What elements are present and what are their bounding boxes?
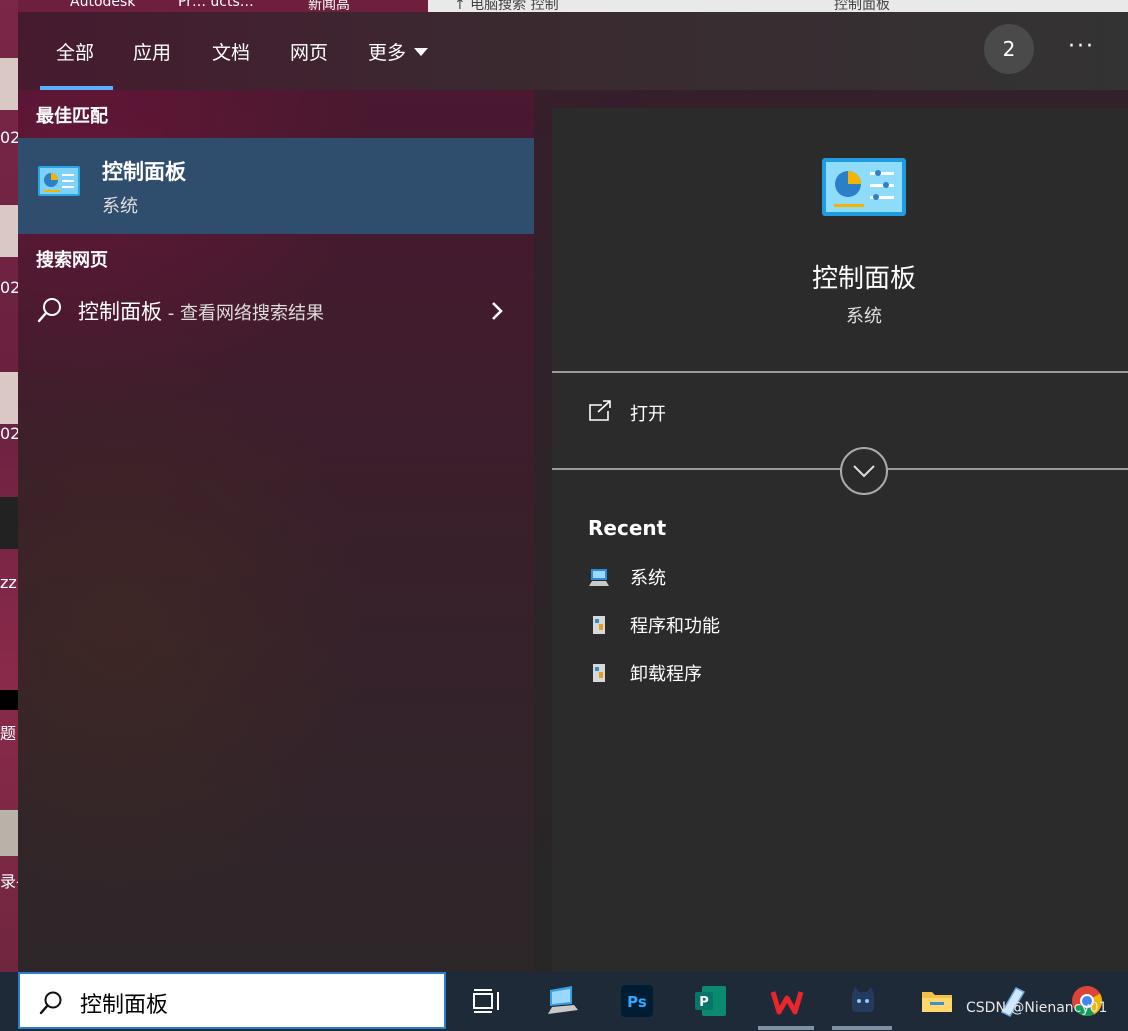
photoshop-icon[interactable]: Ps: [620, 984, 654, 1018]
best-match-heading: 最佳匹配: [36, 106, 108, 127]
active-tab-indicator: [40, 86, 113, 90]
explorer-window-edge: ↑ 电脑搜索 控制 控制面板: [428, 0, 1128, 12]
control-panel-icon: [822, 158, 906, 216]
expand-button[interactable]: [840, 447, 888, 495]
best-match-result[interactable]: 控制面板 系统: [18, 138, 534, 234]
desktop-icon-label: zz: [0, 573, 17, 592]
chevron-down-icon: [853, 465, 875, 478]
taskbar-partial-item: 新闻高: [308, 0, 350, 12]
active-app-indicator: [758, 1026, 814, 1030]
search-input[interactable]: [78, 984, 422, 1022]
desktop-icon-thumbnail[interactable]: [0, 810, 18, 856]
desktop-icon-label: 题: [0, 724, 17, 743]
wps-office-icon[interactable]: [770, 984, 804, 1018]
recent-item-label: 系统: [630, 568, 666, 589]
tab-apps[interactable]: 应用: [133, 38, 171, 65]
tab-more-label: 更多: [368, 42, 407, 64]
watermark: CSDN @Nienancy01: [966, 1000, 1108, 1016]
active-app-indicator: [832, 1026, 892, 1030]
web-search-query: 控制面板: [78, 300, 162, 324]
preview-subtitle: 系统: [846, 306, 882, 327]
recent-item-label: 卸载程序: [630, 664, 702, 685]
tab-documents[interactable]: 文档: [212, 38, 250, 65]
explorer-title: 控制面板: [834, 0, 890, 12]
best-match-title: 控制面板: [102, 160, 186, 184]
rewards-badge[interactable]: 2: [984, 24, 1034, 74]
search-panel: 全部 应用 文档 网页 更多 2 ··· 最佳匹配 控制面板 系统 搜索网页 控…: [18, 12, 1128, 972]
web-search-heading: 搜索网页: [36, 250, 108, 271]
desktop-icon-thumbnail[interactable]: [0, 497, 18, 549]
svg-text:P: P: [699, 995, 709, 1010]
taskbar-search-box[interactable]: [18, 972, 446, 1029]
programs-icon: [593, 616, 605, 634]
desktop-icon-thumbnail[interactable]: [0, 372, 18, 424]
recent-heading: Recent: [588, 516, 667, 540]
preview-pane: 控制面板 系统 打开 Recent 系统 程序和功能 卸载程序: [552, 108, 1128, 972]
more-options-button[interactable]: ···: [1068, 34, 1095, 59]
file-explorer-icon[interactable]: [920, 984, 954, 1018]
best-match-subtitle: 系统: [102, 196, 138, 217]
app-cat-icon[interactable]: [846, 984, 880, 1018]
open-label: 打开: [630, 404, 666, 425]
tab-all[interactable]: 全部: [56, 38, 94, 65]
taskbar-partial-item: Pr… ucts…: [178, 0, 254, 10]
search-icon: [39, 991, 62, 1015]
chevron-down-icon: [414, 48, 429, 56]
taskbar: Ps P CSDN @Nienancy01: [0, 972, 1128, 1031]
chevron-right-icon[interactable]: [486, 300, 508, 322]
taskbar-partial-item: Autodesk: [70, 0, 136, 10]
explorer-partial-text: ↑ 电脑搜索 控制: [454, 0, 559, 12]
control-panel-icon: [38, 166, 80, 196]
tab-more[interactable]: 更多: [368, 38, 429, 65]
svg-text:Ps: Ps: [627, 993, 647, 1011]
search-tabs: 全部 应用 文档 网页 更多 2 ···: [18, 12, 1128, 90]
task-view-icon[interactable]: [470, 984, 504, 1018]
web-search-text: 控制面板 - 查看网络搜索结果: [78, 296, 324, 326]
publisher-icon[interactable]: P: [694, 984, 728, 1018]
web-search-result[interactable]: 控制面板 - 查看网络搜索结果: [18, 290, 534, 332]
search-icon: [37, 298, 61, 323]
divider: [552, 371, 1128, 373]
web-search-suffix: - 查看网络搜索结果: [162, 303, 324, 324]
recent-item-label: 程序和功能: [630, 616, 720, 637]
programs-icon: [593, 664, 605, 682]
tab-web[interactable]: 网页: [290, 38, 328, 65]
desktop-icon-thumbnail[interactable]: [0, 58, 18, 110]
system-icon: [589, 569, 609, 586]
desktop-icon-thumbnail[interactable]: [0, 690, 18, 710]
preview-title: 控制面板: [811, 264, 916, 294]
open-external-icon: [589, 400, 611, 421]
desktop-icon-thumbnail[interactable]: [0, 205, 18, 257]
background-windows-strip: p Autodesk Pr… ucts… 新闻高 ↑ 电脑搜索 控制 控制面板: [18, 0, 1128, 12]
this-pc-icon[interactable]: [546, 984, 580, 1018]
